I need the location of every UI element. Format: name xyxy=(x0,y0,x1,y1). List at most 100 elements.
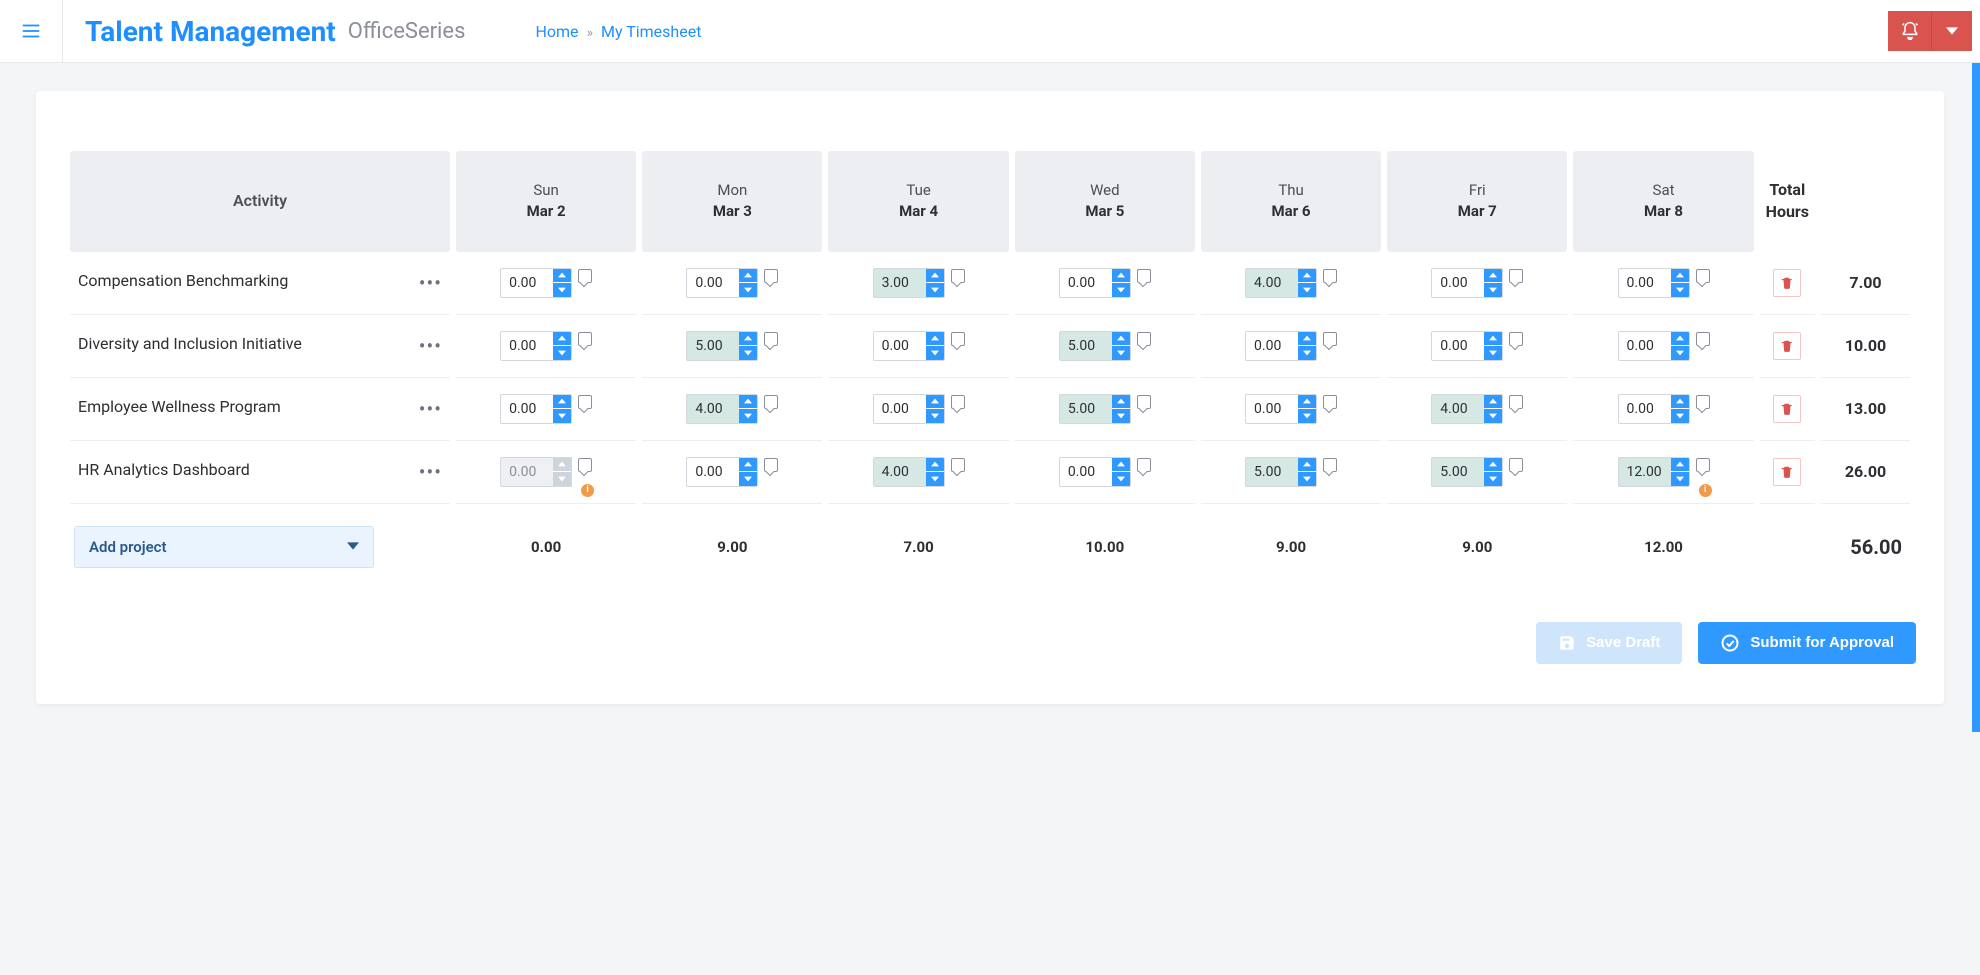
note-icon[interactable] xyxy=(951,332,965,346)
hour-spinner[interactable]: 0.00 xyxy=(500,331,572,361)
note-icon[interactable] xyxy=(951,269,965,283)
spinner-down[interactable] xyxy=(1671,409,1689,423)
hour-spinner[interactable]: 5.00 xyxy=(1431,457,1503,487)
note-icon[interactable] xyxy=(1323,269,1337,283)
note-icon[interactable] xyxy=(578,395,592,409)
hour-spinner[interactable]: 0.00 xyxy=(1059,268,1131,298)
spinner-up[interactable] xyxy=(1112,269,1130,283)
spinner-up[interactable] xyxy=(553,332,571,346)
spinner-down[interactable] xyxy=(1298,472,1316,486)
hour-spinner[interactable]: 5.00 xyxy=(1059,394,1131,424)
spinner-down[interactable] xyxy=(739,472,757,486)
note-icon[interactable] xyxy=(1696,395,1710,409)
save-draft-button[interactable]: Save Draft xyxy=(1536,622,1682,664)
hour-spinner[interactable]: 4.00 xyxy=(1431,394,1503,424)
note-icon[interactable] xyxy=(764,269,778,283)
hour-spinner[interactable]: 0.00 xyxy=(500,268,572,298)
hour-spinner[interactable]: 0.00 xyxy=(873,394,945,424)
spinner-down[interactable] xyxy=(926,283,944,297)
hour-spinner[interactable]: 0.00 xyxy=(686,268,758,298)
note-icon[interactable] xyxy=(578,332,592,346)
row-menu-button[interactable]: ••• xyxy=(419,397,442,421)
note-icon[interactable] xyxy=(1137,269,1151,283)
spinner-down[interactable] xyxy=(926,409,944,423)
spinner-up[interactable] xyxy=(1298,458,1316,472)
spinner-down[interactable] xyxy=(739,409,757,423)
hour-spinner[interactable]: 4.00 xyxy=(686,394,758,424)
spinner-down[interactable] xyxy=(1298,283,1316,297)
note-icon[interactable] xyxy=(951,458,965,472)
hour-spinner[interactable]: 0.00 xyxy=(1245,331,1317,361)
breadcrumb-current[interactable]: My Timesheet xyxy=(601,22,701,41)
delete-row-button[interactable] xyxy=(1773,395,1801,423)
delete-row-button[interactable] xyxy=(1773,269,1801,297)
note-icon[interactable] xyxy=(764,332,778,346)
submit-approval-button[interactable]: Submit for Approval xyxy=(1698,622,1916,664)
spinner-up[interactable] xyxy=(1671,458,1689,472)
spinner-down[interactable] xyxy=(553,346,571,360)
row-menu-button[interactable]: ••• xyxy=(419,460,442,484)
note-icon[interactable] xyxy=(1696,269,1710,283)
note-icon[interactable] xyxy=(1696,458,1710,472)
hour-spinner[interactable]: 0.00 xyxy=(1618,394,1690,424)
hour-spinner[interactable]: 0.00 xyxy=(500,394,572,424)
spinner-up[interactable] xyxy=(1484,458,1502,472)
note-icon[interactable] xyxy=(578,269,592,283)
note-icon[interactable] xyxy=(764,395,778,409)
note-icon[interactable] xyxy=(951,395,965,409)
spinner-up[interactable] xyxy=(1112,332,1130,346)
note-icon[interactable] xyxy=(1509,269,1523,283)
spinner-down[interactable] xyxy=(553,409,571,423)
alerts-dropdown[interactable] xyxy=(1932,11,1972,51)
spinner-down[interactable] xyxy=(739,346,757,360)
spinner-down[interactable] xyxy=(1298,346,1316,360)
note-icon[interactable] xyxy=(1137,458,1151,472)
note-icon[interactable] xyxy=(764,458,778,472)
spinner-up[interactable] xyxy=(1671,332,1689,346)
spinner-down[interactable] xyxy=(1484,346,1502,360)
note-icon[interactable] xyxy=(1509,395,1523,409)
hour-spinner[interactable]: 5.00 xyxy=(686,331,758,361)
spinner-up[interactable] xyxy=(1671,269,1689,283)
spinner-down[interactable] xyxy=(1298,409,1316,423)
spinner-down[interactable] xyxy=(1112,472,1130,486)
spinner-up[interactable] xyxy=(1112,458,1130,472)
note-icon[interactable] xyxy=(1509,458,1523,472)
hour-spinner[interactable]: 0.00 xyxy=(1431,331,1503,361)
hour-spinner[interactable]: 12.00 xyxy=(1618,457,1690,487)
delete-row-button[interactable] xyxy=(1773,458,1801,486)
spinner-up[interactable] xyxy=(1298,269,1316,283)
spinner-up[interactable] xyxy=(1112,395,1130,409)
spinner-down[interactable] xyxy=(1671,283,1689,297)
spinner-down[interactable] xyxy=(926,346,944,360)
spinner-down[interactable] xyxy=(926,472,944,486)
spinner-up[interactable] xyxy=(1484,395,1502,409)
spinner-down[interactable] xyxy=(1484,283,1502,297)
spinner-up[interactable] xyxy=(1671,395,1689,409)
spinner-down[interactable] xyxy=(1484,472,1502,486)
hour-spinner[interactable]: 0.00 xyxy=(873,331,945,361)
spinner-up[interactable] xyxy=(739,332,757,346)
spinner-up[interactable] xyxy=(739,269,757,283)
spinner-up[interactable] xyxy=(1298,332,1316,346)
spinner-up[interactable] xyxy=(1298,395,1316,409)
menu-button[interactable] xyxy=(0,0,63,63)
hour-spinner[interactable]: 0.00 xyxy=(1431,268,1503,298)
spinner-down[interactable] xyxy=(1671,346,1689,360)
spinner-down[interactable] xyxy=(1112,283,1130,297)
note-icon[interactable] xyxy=(1323,458,1337,472)
spinner-down[interactable] xyxy=(1112,346,1130,360)
spinner-up[interactable] xyxy=(553,269,571,283)
note-icon[interactable] xyxy=(1323,395,1337,409)
spinner-down[interactable] xyxy=(739,283,757,297)
hour-spinner[interactable]: 4.00 xyxy=(873,457,945,487)
row-menu-button[interactable]: ••• xyxy=(419,334,442,358)
hour-spinner[interactable]: 3.00 xyxy=(873,268,945,298)
hour-spinner[interactable]: 0.00 xyxy=(1618,331,1690,361)
note-icon[interactable] xyxy=(1696,332,1710,346)
note-icon[interactable] xyxy=(1509,332,1523,346)
hour-spinner[interactable]: 0.00 xyxy=(1059,457,1131,487)
spinner-up[interactable] xyxy=(926,269,944,283)
hour-spinner[interactable]: 0.00 xyxy=(1245,394,1317,424)
spinner-up[interactable] xyxy=(926,395,944,409)
